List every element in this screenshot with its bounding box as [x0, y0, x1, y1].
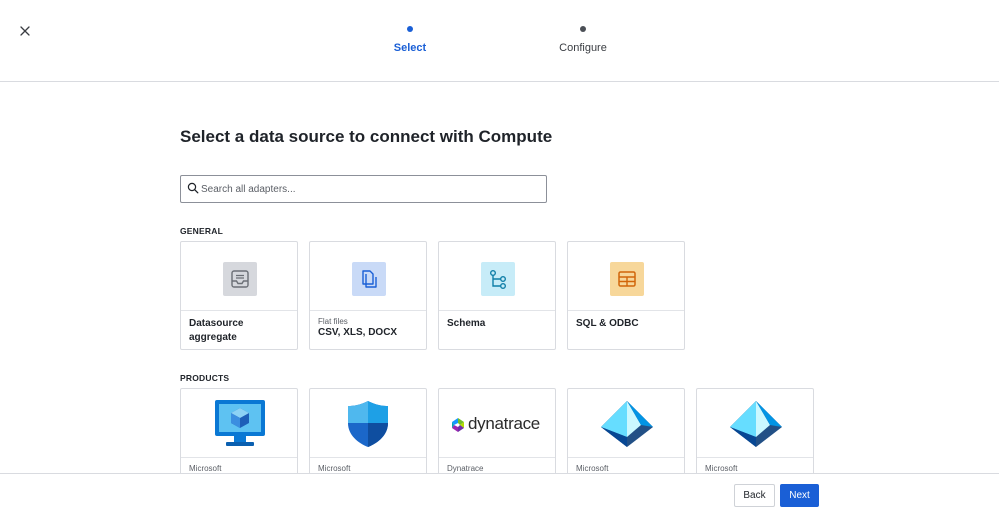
card-text-area: Datasource aggregate — [189, 312, 293, 350]
search-icon — [187, 182, 199, 194]
card-icon-area — [568, 242, 684, 311]
main-content: Select a data source to connect with Com… — [0, 83, 999, 473]
card-subtitle: Microsoft — [189, 464, 222, 473]
card-subtitle: Dynatrace — [447, 464, 484, 473]
adapter-card-microsoft-azure-ad-1[interactable]: Microsoft — [567, 388, 685, 473]
page-title: Select a data source to connect with Com… — [180, 127, 553, 146]
section-heading-products: PRODUCTS — [180, 373, 230, 383]
card-name: Datasource aggregate — [189, 318, 244, 343]
card-subtitle: Flat files — [318, 317, 348, 326]
adapter-card-microsoft-azure-ad-2[interactable]: Microsoft — [696, 388, 814, 473]
step-label: Configure — [559, 42, 607, 54]
inbox-icon — [223, 262, 257, 296]
card-icon-area — [439, 242, 555, 311]
dynatrace-logo-text: dynatrace — [468, 414, 540, 433]
dynatrace-logo: dynatrace — [450, 414, 550, 436]
section-heading-general: GENERAL — [180, 226, 223, 236]
close-button[interactable] — [14, 20, 36, 42]
card-subtitle: Microsoft — [705, 464, 738, 473]
adapter-card-sql-odbc[interactable]: SQL & ODBC — [567, 241, 685, 350]
table-icon — [610, 262, 644, 296]
search-box — [180, 175, 547, 203]
card-icon-area: dynatrace — [439, 389, 555, 458]
azure-virtual-machine-icon — [215, 400, 265, 446]
card-icon-area — [568, 389, 684, 458]
card-name: Schema — [447, 318, 486, 329]
wizard-footer: Back Next — [0, 473, 999, 517]
card-name: SQL & ODBC — [576, 318, 639, 329]
adapter-card-schema[interactable]: Schema — [438, 241, 556, 350]
card-text-area: Microsoft — [705, 459, 809, 473]
step-indicator-dot — [407, 26, 413, 32]
step-select[interactable]: Select — [350, 26, 470, 54]
schema-tree-icon — [481, 262, 515, 296]
back-button[interactable]: Back — [734, 484, 775, 507]
wizard-header: Select Configure — [0, 0, 999, 82]
adapter-card-dynatrace[interactable]: dynatrace Dynatrace — [438, 388, 556, 473]
azure-security-shield-icon — [348, 401, 388, 447]
adapter-card-microsoft-security[interactable]: Microsoft — [309, 388, 427, 473]
step-indicator-dot — [580, 26, 586, 32]
card-text-area: Microsoft — [576, 459, 680, 473]
card-text-area: Flat files CSV, XLS, DOCX — [318, 312, 422, 350]
dynatrace-mark-icon — [452, 418, 464, 432]
next-button[interactable]: Next — [780, 484, 819, 507]
card-icon-area — [310, 242, 426, 311]
step-configure[interactable]: Configure — [523, 26, 643, 54]
document-icon — [352, 262, 386, 296]
card-icon-area — [181, 242, 297, 311]
card-text-area: Dynatrace — [447, 459, 551, 473]
adapter-card-flat-files[interactable]: Flat files CSV, XLS, DOCX — [309, 241, 427, 350]
step-label: Select — [393, 42, 427, 54]
adapter-card-datasource-aggregate[interactable]: Datasource aggregate — [180, 241, 298, 350]
card-text-area: Schema — [447, 312, 551, 350]
search-input[interactable] — [201, 178, 541, 200]
azure-ad-pyramid-icon — [601, 401, 653, 447]
azure-ad-pyramid-icon — [730, 401, 782, 447]
close-icon — [20, 26, 30, 36]
card-text-area: SQL & ODBC — [576, 312, 680, 350]
card-text-area: Microsoft — [189, 459, 293, 473]
adapter-card-microsoft-vm[interactable]: Microsoft — [180, 388, 298, 473]
card-icon-area — [310, 389, 426, 458]
card-name: CSV, XLS, DOCX — [318, 327, 398, 338]
card-icon-area — [181, 389, 297, 458]
card-subtitle: Microsoft — [576, 464, 609, 473]
card-subtitle: Microsoft — [318, 464, 351, 473]
card-text-area: Microsoft — [318, 459, 422, 473]
card-icon-area — [697, 389, 813, 458]
